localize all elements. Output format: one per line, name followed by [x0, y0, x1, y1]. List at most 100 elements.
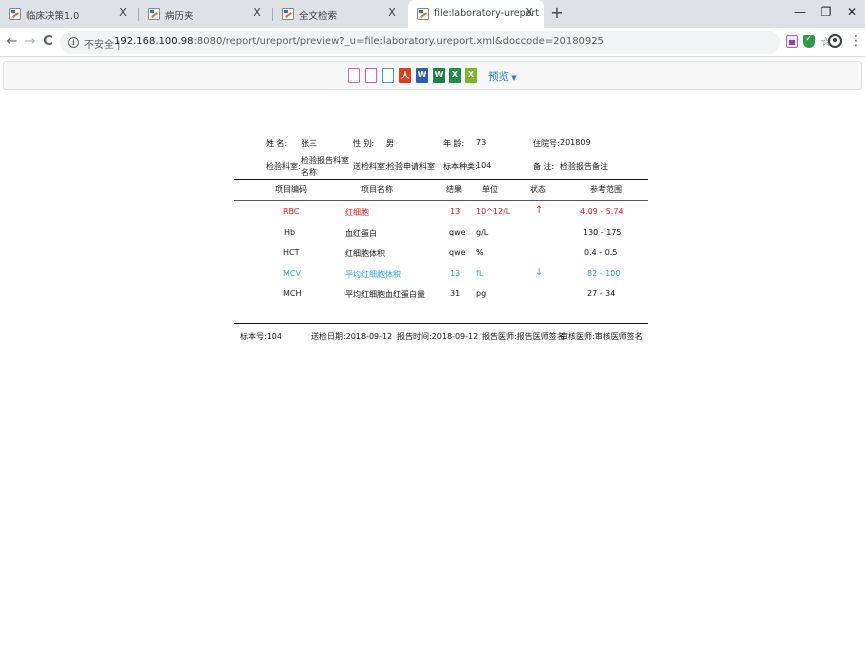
page-favicon-icon: [282, 8, 294, 20]
name-label: 姓 名:: [266, 139, 288, 148]
export-word-paged-icon[interactable]: W: [433, 68, 445, 83]
tab-title: 临床决策1.0: [26, 11, 80, 22]
footer-report-time: 报告时间:2018-09-12: [397, 332, 479, 341]
row-result: 13: [450, 269, 461, 278]
print-icon[interactable]: [365, 68, 377, 83]
send-dept-label: 送检科室:: [353, 162, 388, 171]
age-label: 年 龄:: [443, 139, 465, 148]
dept-value-line2: 名称: [301, 168, 317, 177]
age-value: 73: [476, 138, 487, 147]
browser-toolbar: ← → C i 不安全 | 192.168.100.98:8080/report…: [0, 28, 865, 57]
header-rule: [234, 200, 648, 201]
sample-type-label: 标本种类:: [443, 162, 478, 171]
remark-value: 检验报告备注: [560, 162, 608, 171]
extension-lock-icon[interactable]: [786, 35, 798, 48]
browser-menu-icon[interactable]: ⋮: [849, 33, 863, 49]
tab-title: 全文检索: [299, 11, 338, 22]
status-down-arrow-icon: ↓: [535, 267, 544, 278]
url-host: 192.168.100.98: [114, 36, 194, 47]
new-tab-button[interactable]: +: [548, 4, 566, 22]
tab-strip: 临床决策1.0 X 病历夹 X 全文检索 X file:laboratory-u…: [0, 0, 865, 28]
dept-label: 检验科室:: [266, 162, 301, 171]
row-unit: %: [476, 248, 484, 257]
tab-close-icon[interactable]: X: [522, 6, 536, 19]
tab-medical-record[interactable]: 病历夹 X: [139, 0, 272, 28]
row-name: 红细胞: [345, 208, 369, 217]
page-favicon-icon: [148, 8, 160, 20]
row-unit: pg: [476, 289, 487, 298]
row-name: 血红蛋白: [345, 229, 377, 238]
tab-laboratory-ureport[interactable]: file:laboratory-ureport X: [408, 0, 544, 28]
row-range: 82 - 100: [587, 269, 621, 278]
row-range: 0.4 - 0.5: [584, 248, 618, 257]
table-top-rule: [234, 179, 648, 181]
sex-value: 男: [386, 139, 394, 148]
row-unit: g/L: [476, 228, 489, 237]
remark-label: 备 注:: [533, 162, 555, 171]
footer-send-date: 送检日期:2018-09-12: [311, 332, 393, 341]
row-result: 31: [450, 289, 461, 298]
print-direct-icon[interactable]: [382, 68, 394, 83]
print-preview-icon[interactable]: [348, 68, 360, 83]
tab-clinical-decision[interactable]: 临床决策1.0 X: [0, 0, 138, 28]
row-unit: 10^12/L: [476, 207, 511, 216]
export-word-icon[interactable]: W: [416, 68, 428, 83]
row-result: 13: [450, 207, 461, 216]
row-code: RBC: [283, 207, 300, 216]
row-unit: fL: [476, 269, 484, 278]
sex-label: 性 别:: [353, 139, 375, 148]
page-favicon-icon: [9, 8, 21, 20]
row-name: 平均红细胞血红蛋白量: [345, 290, 425, 299]
tab-close-icon[interactable]: X: [250, 6, 264, 19]
page-favicon-icon: [417, 8, 429, 20]
extension-shield-icon[interactable]: [803, 34, 815, 48]
tab-close-icon[interactable]: X: [116, 6, 130, 19]
table-bottom-rule: [234, 323, 648, 325]
row-range: 27 - 34: [587, 289, 616, 298]
profile-avatar-icon[interactable]: [828, 34, 842, 48]
close-window-button[interactable]: ✕: [845, 5, 859, 19]
admission-label: 住院号:: [533, 139, 560, 148]
row-code: Hb: [284, 228, 296, 237]
footer-review-doctor: 审核医师:审核医师签名: [560, 332, 643, 341]
footer-report-doctor: 报告医师:报告医师签名: [482, 332, 565, 341]
name-value: 张三: [301, 139, 317, 148]
row-range: 4.09 - 5.74: [580, 207, 624, 216]
sample-type-value: 104: [476, 161, 492, 170]
url-text[interactable]: 192.168.100.98:8080/report/ureport/previ…: [114, 36, 604, 47]
tab-title: 病历夹: [165, 11, 194, 22]
forward-button[interactable]: →: [22, 34, 38, 50]
preview-dropdown[interactable]: 预览 ▼: [488, 69, 517, 84]
admission-value: 201809: [560, 138, 591, 147]
report-toolbar: 人 W W X X 预览 ▼: [3, 61, 862, 90]
col-header-result: 结果: [446, 185, 462, 194]
export-excel-icon[interactable]: X: [449, 68, 461, 83]
export-pdf-icon[interactable]: 人: [399, 68, 411, 83]
lab-report: 姓 名: 张三 性 别: 男 年 龄: 73 住院号: 201809 检验科室:…: [0, 90, 865, 666]
status-up-arrow-icon: ↑: [535, 205, 544, 216]
col-header-range: 参考范围: [590, 185, 622, 194]
chevron-down-icon: ▼: [509, 74, 517, 82]
col-header-code: 项目编码: [275, 185, 307, 194]
footer-sample-no: 标本号:104: [240, 332, 282, 341]
tab-fulltext-search[interactable]: 全文检索 X: [273, 0, 407, 28]
reload-button[interactable]: C: [40, 34, 56, 50]
preview-label: 预览: [488, 71, 509, 83]
row-range: 130 - 175: [583, 228, 622, 237]
col-header-unit: 单位: [482, 185, 498, 194]
back-button[interactable]: ←: [4, 34, 20, 50]
dept-value-line1: 检验报告科室: [301, 156, 349, 165]
send-dept-value: 检验申请科室: [387, 162, 435, 171]
address-bar[interactable]: i 不安全 | 192.168.100.98:8080/report/urepo…: [60, 31, 832, 54]
row-name: 红细胞体积: [345, 249, 385, 258]
row-code: MCV: [283, 269, 301, 278]
row-code: HCT: [283, 248, 300, 257]
row-result: qwe: [449, 248, 466, 257]
col-header-status: 状态: [530, 185, 546, 194]
site-info-icon[interactable]: i: [68, 37, 79, 48]
restore-button[interactable]: ❐: [819, 5, 833, 19]
row-name: 平均红细胞体积: [345, 270, 401, 279]
export-excel-paged-icon[interactable]: X: [465, 68, 477, 83]
tab-close-icon[interactable]: X: [385, 6, 399, 19]
minimize-button[interactable]: —: [793, 5, 807, 19]
